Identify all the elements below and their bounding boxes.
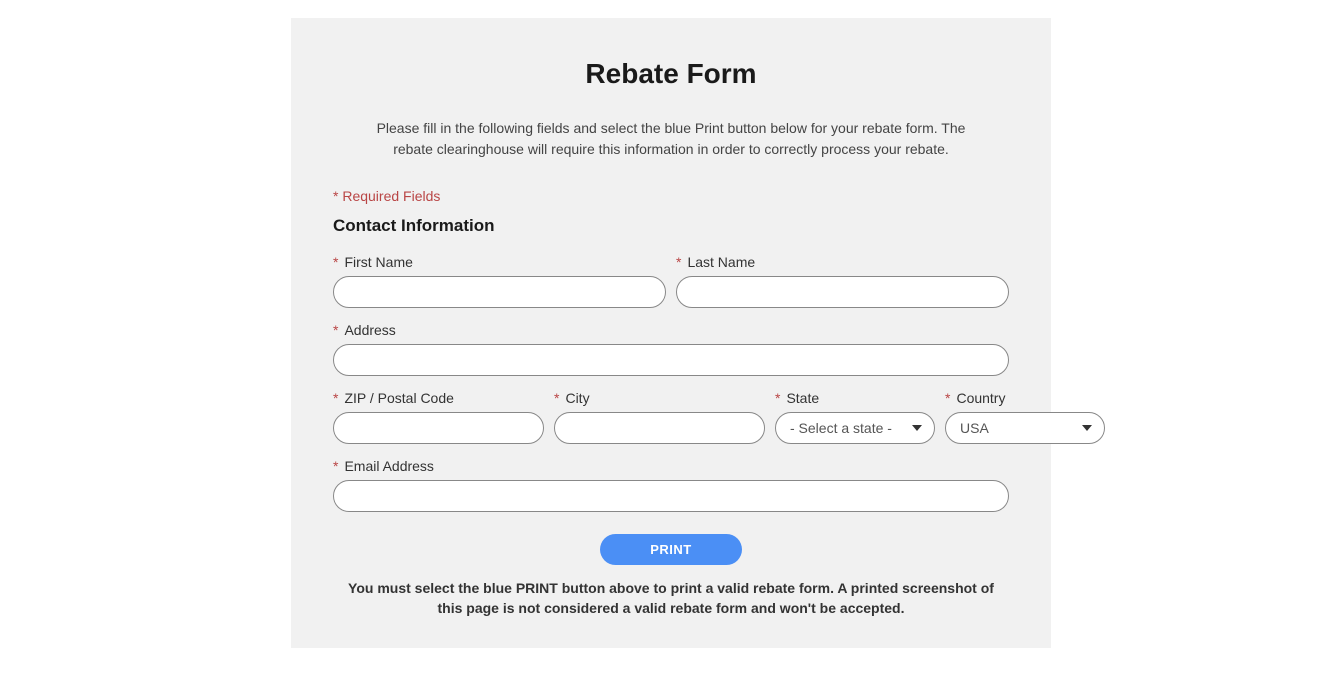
rebate-form-container: Rebate Form Please fill in the following…: [291, 18, 1051, 648]
zip-label: *ZIP / Postal Code: [333, 390, 544, 406]
last-name-field[interactable]: [676, 276, 1009, 308]
city-field[interactable]: [554, 412, 765, 444]
first-name-label: *First Name: [333, 254, 666, 270]
address-field[interactable]: [333, 344, 1009, 376]
email-field[interactable]: [333, 480, 1009, 512]
instructions-text: Please fill in the following fields and …: [333, 118, 1009, 160]
state-label: *State: [775, 390, 935, 406]
first-name-field[interactable]: [333, 276, 666, 308]
page-title: Rebate Form: [333, 58, 1009, 90]
email-label: *Email Address: [333, 458, 1009, 474]
country-select[interactable]: USA: [945, 412, 1105, 444]
city-label: *City: [554, 390, 765, 406]
country-label: *Country: [945, 390, 1105, 406]
print-button[interactable]: PRINT: [600, 534, 742, 565]
footer-note: You must select the blue PRINT button ab…: [333, 579, 1009, 618]
address-label: *Address: [333, 322, 1009, 338]
required-fields-note: * Required Fields: [333, 188, 1009, 204]
last-name-label: *Last Name: [676, 254, 1009, 270]
zip-field[interactable]: [333, 412, 544, 444]
state-select[interactable]: - Select a state -: [775, 412, 935, 444]
section-header-contact: Contact Information: [333, 216, 1009, 236]
